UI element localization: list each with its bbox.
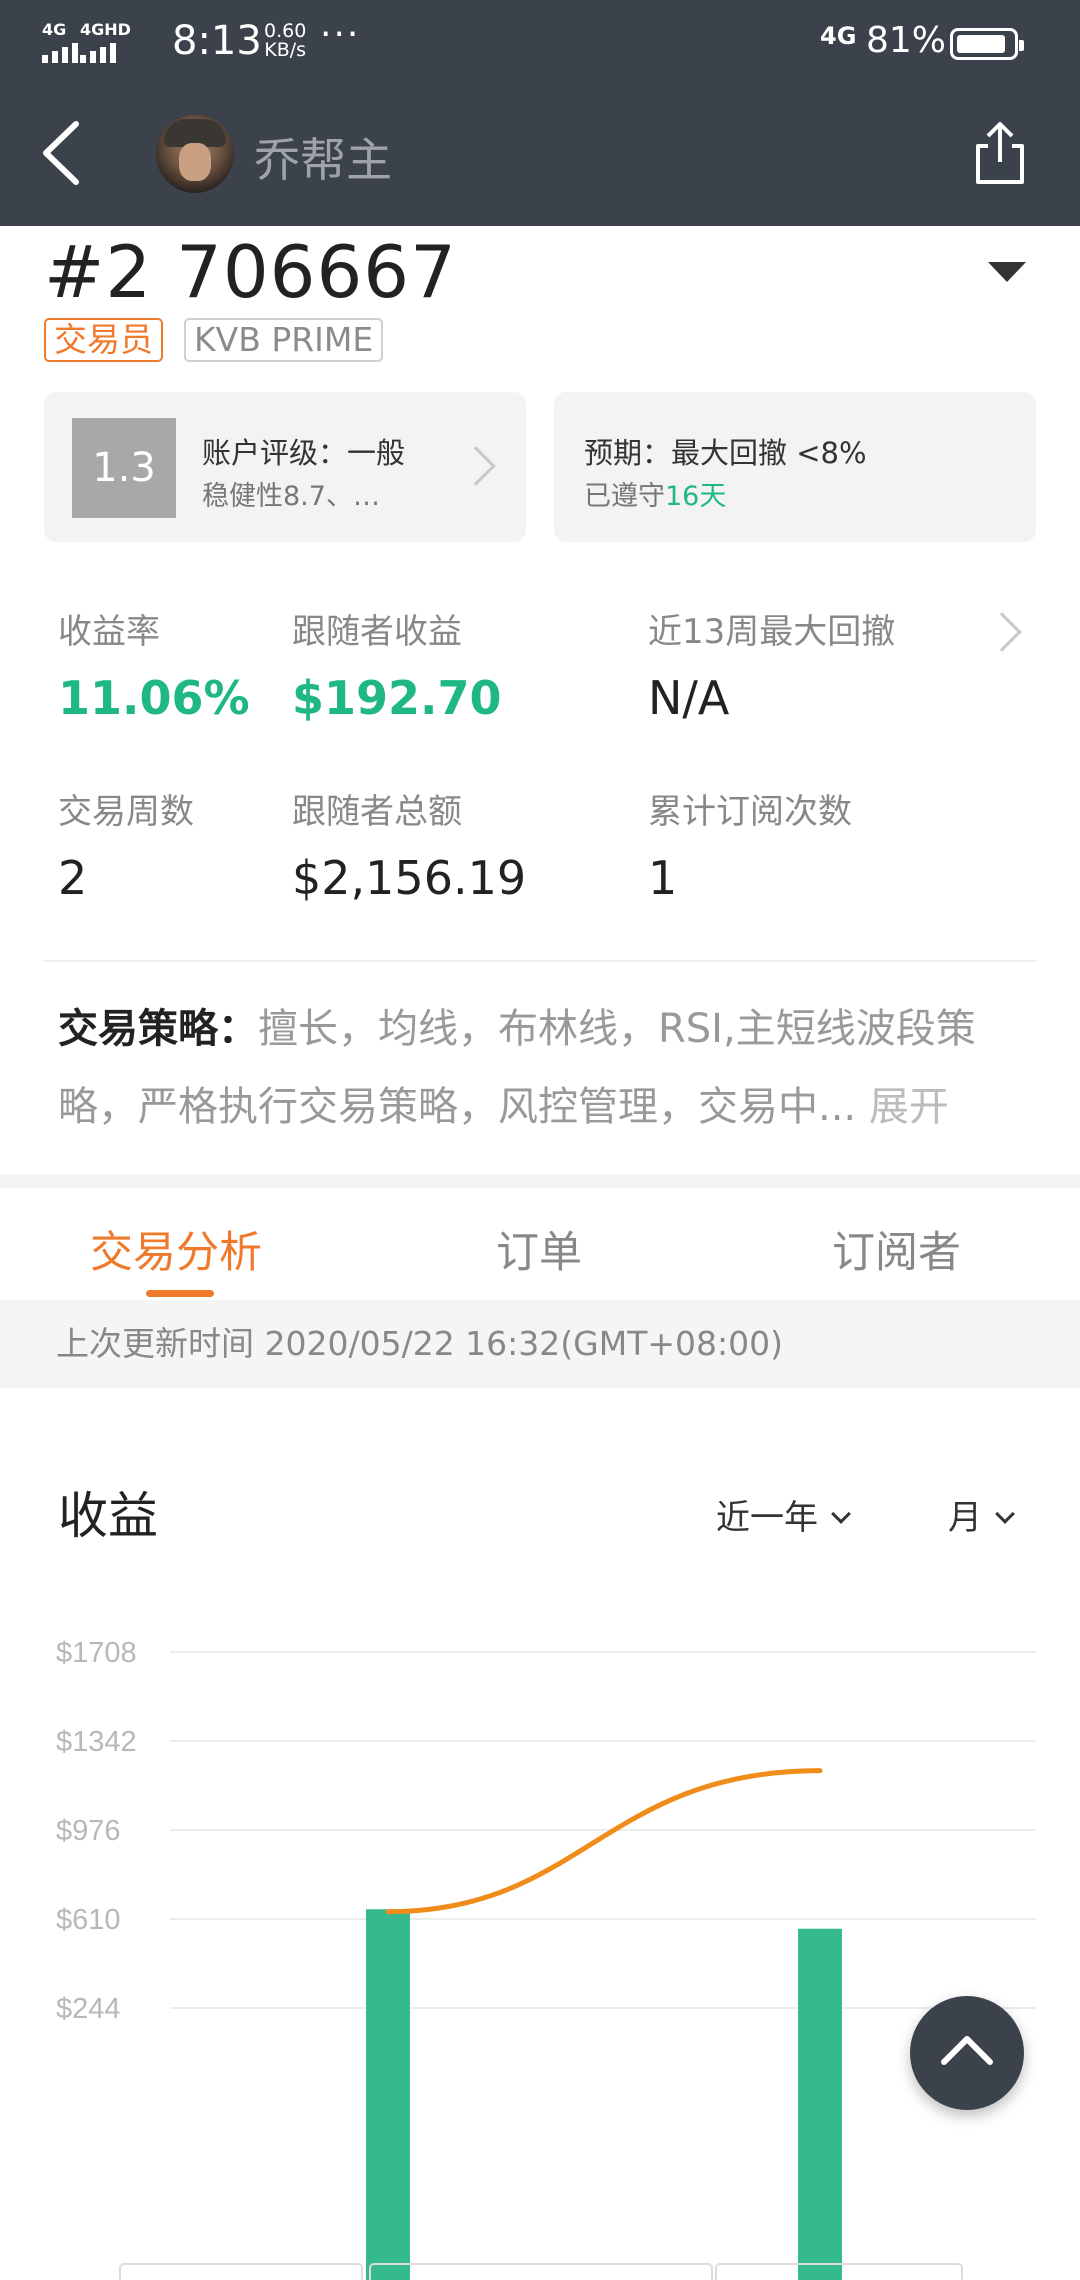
stat-value: $192.70 (292, 671, 502, 725)
section-title: 收益 (58, 1487, 158, 1545)
stat-value: $2,156.19 (292, 851, 527, 905)
profit-chart: $1708 $1342 $976 $610 $244 (56, 1637, 1036, 2280)
rating-line2: 稳健性8.7、… (202, 481, 380, 512)
tab-orders[interactable]: 订单 (496, 1218, 582, 1280)
rating-line1: 账户评级：一般 (202, 436, 406, 470)
account-title: #2 706667 (44, 230, 457, 314)
y-tick-label: $610 (56, 1904, 121, 1936)
battery-icon (950, 28, 1024, 60)
expectation-card: 预期：最大回撤 <8% 已遵守16天 (554, 392, 1036, 542)
expect-line2: 已遵守16天 (584, 474, 726, 513)
period-select[interactable]: 月 (948, 1490, 1015, 1539)
bar (798, 1928, 842, 2280)
network-type: 4G (820, 22, 857, 50)
stat-value: 11.06% (58, 671, 250, 725)
y-tick-label: $1708 (56, 1637, 137, 1669)
range-select[interactable]: 近一年 (716, 1490, 851, 1539)
stat-label: 收益率 (58, 612, 160, 652)
stat-subscriptions: 累计订阅次数 1 (648, 784, 852, 905)
back-arrow-icon[interactable] (36, 118, 92, 188)
stat-label: 跟随者收益 (292, 612, 462, 652)
clock: 8:13 (172, 18, 262, 64)
stat-follower-total: 跟随者总额 $2,156.19 (292, 784, 526, 905)
status-bar: 4G 4GHD 8:13 0.60 KB/s ··· 4G 81% (0, 0, 1080, 80)
tab-subscribers[interactable]: 订阅者 (832, 1218, 961, 1280)
scroll-top-button[interactable] (910, 1996, 1024, 2110)
signal-2-label: 4GHD (80, 20, 131, 39)
network-speed: 0.60 KB/s (264, 22, 306, 60)
x-category-box (369, 2263, 713, 2280)
x-category-box (119, 2263, 363, 2280)
stat-label: 近13周最大回撤 (648, 612, 896, 652)
series-line (385, 1768, 823, 1915)
caret-down-icon[interactable] (988, 262, 1026, 282)
signal-icon: 4G (42, 20, 78, 63)
stat-value: 1 (648, 851, 678, 905)
expand-link[interactable]: 展开 (869, 1084, 949, 1130)
trader-tag: 交易员 (44, 318, 163, 362)
range-value: 近一年 (716, 1498, 818, 1538)
active-tab-indicator (146, 1290, 214, 1297)
stat-return: 收益率 11.06% (58, 604, 250, 725)
signal-hd-icon: 4GHD (80, 20, 131, 63)
expect-line1: 预期：最大回撤 <8% (584, 436, 867, 470)
divider (44, 960, 1036, 962)
rating-score: 1.3 (72, 418, 176, 518)
chevron-up-icon (941, 2036, 993, 2065)
stat-value: N/A (648, 671, 730, 725)
strategy-label: 交易策略： (58, 1006, 258, 1052)
stat-value: 2 (58, 851, 88, 905)
chevron-down-icon (995, 1504, 1015, 1524)
expect-prefix: 已遵守 (584, 481, 665, 512)
top-bar: 4G 4GHD 8:13 0.60 KB/s ··· 4G 81% 乔帮主 (0, 0, 1080, 226)
y-tick-label: $1342 (56, 1726, 137, 1758)
stat-follower-profit: 跟随者收益 $192.70 (292, 604, 502, 725)
chevron-down-icon (831, 1504, 851, 1524)
app-screen: 4G 4GHD 8:13 0.60 KB/s ··· 4G 81% 乔帮主 #2… (0, 0, 1080, 2280)
signal-1-label: 4G (42, 20, 67, 39)
last-update: 上次更新时间 2020/05/22 16:32(GMT+08:00) (0, 1300, 1080, 1388)
share-icon[interactable] (970, 118, 1030, 188)
chevron-right-icon[interactable] (982, 612, 1022, 652)
rating-card[interactable]: 1.3 账户评级：一般 稳健性8.7、… (44, 392, 526, 542)
tab-trade-analysis[interactable]: 交易分析 (90, 1218, 262, 1280)
trader-name: 乔帮主 (254, 133, 392, 187)
chevron-right-icon (456, 446, 496, 486)
battery-percent: 81% (866, 20, 947, 61)
y-tick-label: $976 (56, 1815, 121, 1847)
expect-days: 16天 (665, 481, 727, 512)
avatar[interactable] (156, 115, 234, 193)
strategy-text: 交易策略：擅长，均线，布林线，RSI,主短线波段策略，严格执行交易策略，风控管理… (58, 990, 1024, 1146)
bar (366, 1909, 410, 2280)
stat-weeks: 交易周数 2 (58, 784, 194, 905)
stat-max-drawdown[interactable]: 近13周最大回撤 N/A (648, 604, 895, 725)
stat-label: 跟随者总额 (292, 792, 462, 832)
more-status-icon: ··· (320, 14, 361, 55)
period-value: 月 (948, 1498, 982, 1538)
section-gap (0, 1174, 1080, 1188)
broker-tag: KVB PRIME (184, 318, 384, 362)
stat-label: 交易周数 (58, 792, 194, 832)
stat-label: 累计订阅次数 (648, 792, 852, 832)
y-tick-label: $244 (56, 1993, 121, 2025)
speed-unit: KB/s (264, 39, 307, 61)
